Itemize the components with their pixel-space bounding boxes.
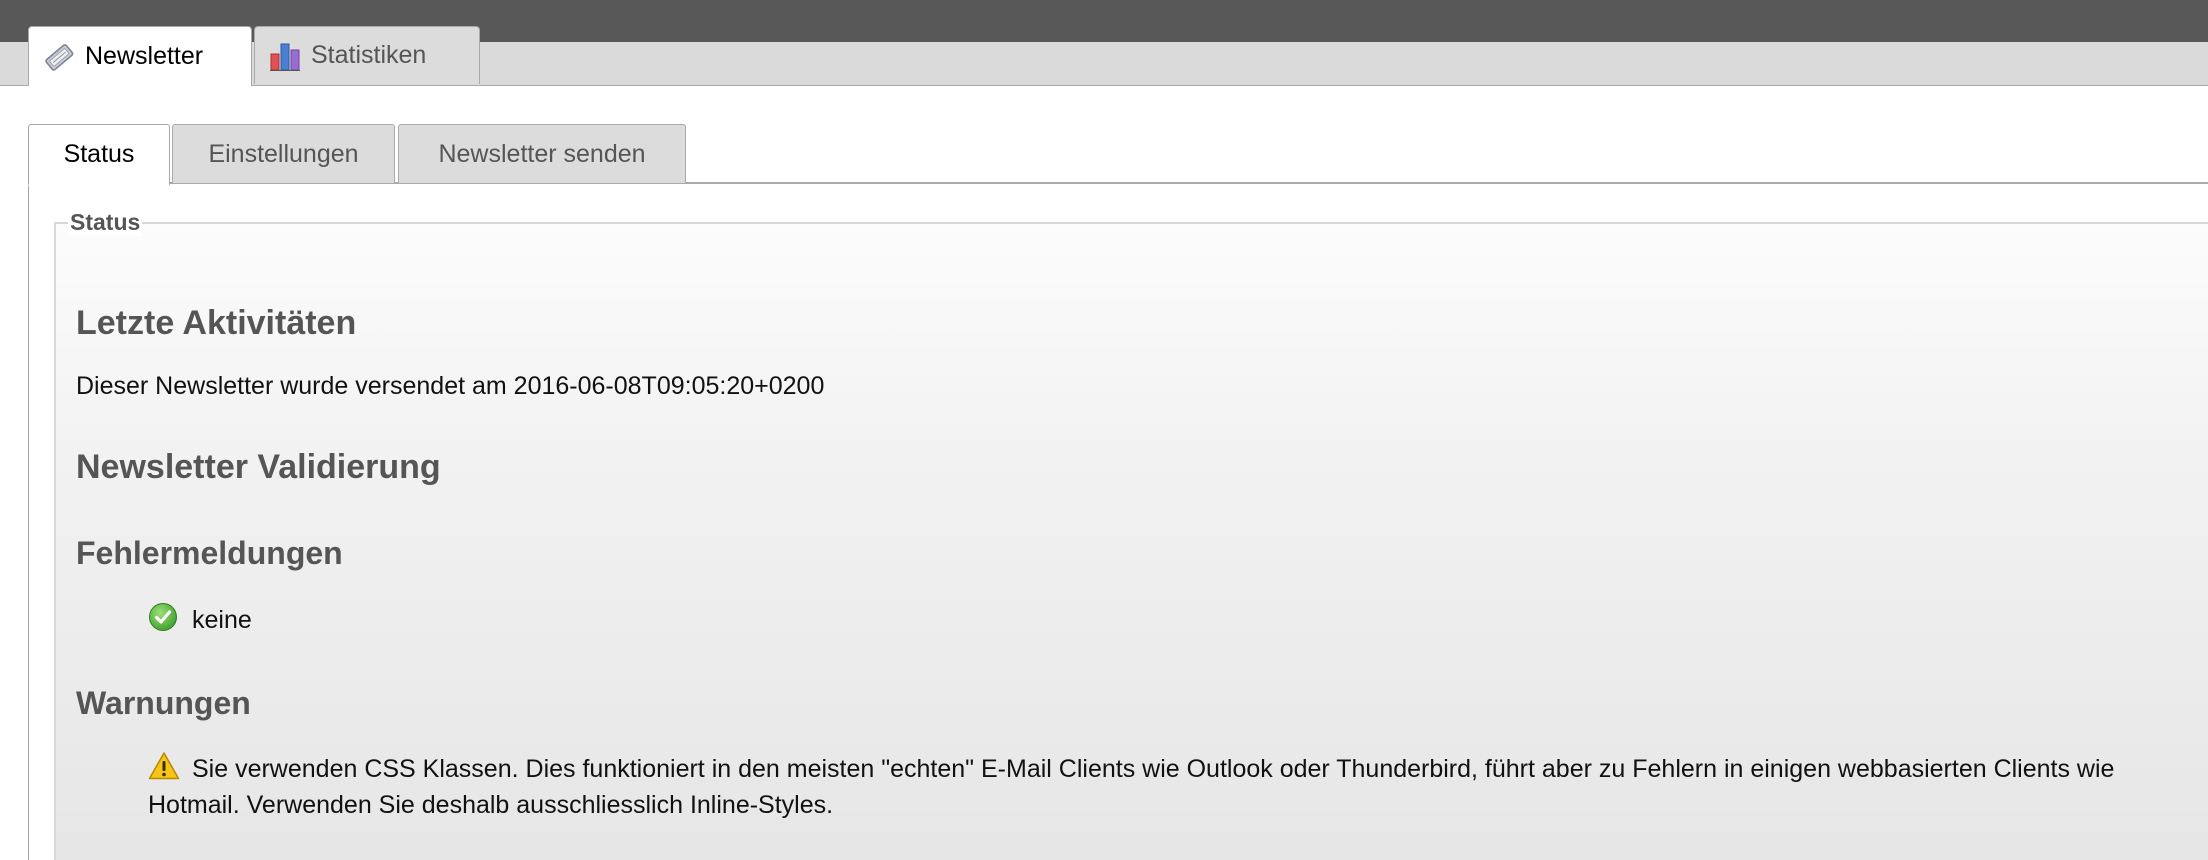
tab-newsletter-senden-label: Newsletter senden	[438, 139, 646, 168]
tab-newsletter-label: Newsletter	[85, 42, 204, 70]
errors-heading: Fehlermeldungen	[76, 535, 343, 571]
error-list-item: keine	[148, 602, 252, 638]
bar-chart-icon	[269, 40, 301, 72]
tab-newsletter[interactable]: Newsletter	[28, 26, 252, 86]
newsletter-icon	[43, 41, 75, 73]
tab-newsletter-senden[interactable]: Newsletter senden	[398, 124, 686, 183]
validation-heading: Newsletter Validierung	[76, 448, 441, 486]
tab-einstellungen-label: Einstellungen	[208, 139, 359, 168]
warning-triangle-icon	[148, 751, 180, 781]
tab-status[interactable]: Status	[28, 124, 170, 186]
warnings-heading: Warnungen	[76, 685, 251, 721]
errors-item-text: keine	[192, 606, 252, 634]
check-circle-icon	[148, 602, 178, 632]
tab-einstellungen[interactable]: Einstellungen	[172, 124, 395, 183]
last-activities-text: Dieser Newsletter wurde versendet am 201…	[76, 372, 825, 400]
warning-list-item: Sie verwenden CSS Klassen. Dies funktion…	[148, 751, 2178, 823]
tab-statistiken[interactable]: Statistiken	[254, 26, 480, 84]
warnings-item-text: Sie verwenden CSS Klassen. Dies funktion…	[148, 755, 2115, 819]
tab-statistiken-label: Statistiken	[311, 41, 427, 69]
last-activities-heading: Letzte Aktivitäten	[76, 304, 357, 342]
tab-status-label: Status	[63, 140, 135, 168]
status-legend: Status	[68, 208, 143, 236]
sub-tab-bar: Status Einstellungen Newsletter senden	[0, 122, 2208, 186]
